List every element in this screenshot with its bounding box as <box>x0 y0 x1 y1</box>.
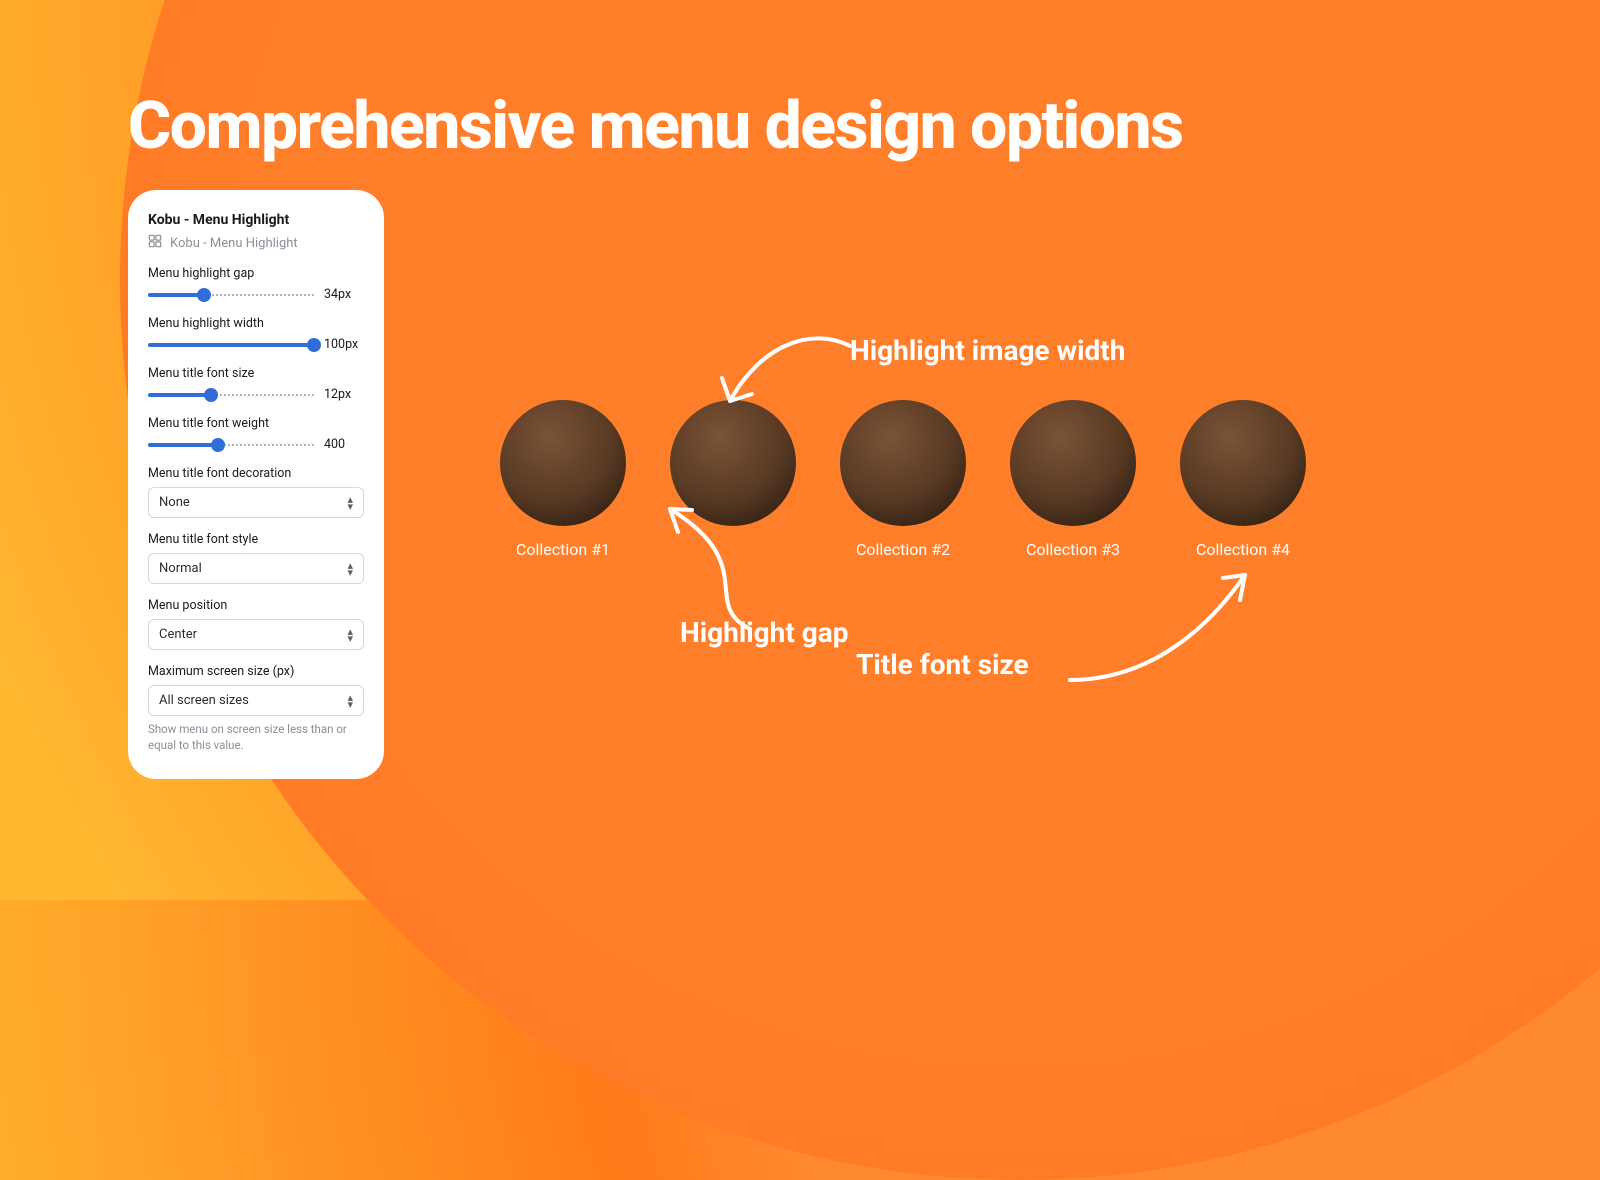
arrow-icon <box>640 494 790 634</box>
select-value: Normal <box>159 561 202 576</box>
select-setting: Menu position Center ▴▾ <box>148 598 364 650</box>
font-size-slider[interactable] <box>148 388 314 402</box>
collection-item[interactable]: Collection #4 <box>1180 400 1306 559</box>
select-helper: Show menu on screen size less than or eq… <box>148 722 364 753</box>
page-title: Comprehensive menu design options <box>128 88 1183 165</box>
slider-label: Menu highlight gap <box>148 266 364 281</box>
collection-item[interactable]: Collection #3 <box>1010 400 1136 559</box>
updown-icon: ▴▾ <box>347 562 353 576</box>
panel-subtitle: Kobu - Menu Highlight <box>170 236 298 251</box>
select-label: Menu title font decoration <box>148 466 364 481</box>
slider-label: Menu title font weight <box>148 416 364 431</box>
collection-label: Collection #4 <box>1196 540 1290 559</box>
slider-value: 34px <box>324 287 364 302</box>
slider-setting: Menu highlight gap 34px <box>148 266 364 302</box>
panel-subtitle-row: Kobu - Menu Highlight <box>148 234 364 252</box>
arrow-icon <box>700 316 860 426</box>
collection-circle <box>1010 400 1136 526</box>
menu-width-slider[interactable] <box>148 338 314 352</box>
slider-label: Menu title font size <box>148 366 364 381</box>
settings-panel: Kobu - Menu Highlight Kobu - Menu Highli… <box>128 190 384 779</box>
menu-position-select[interactable]: Center ▴▾ <box>148 619 364 650</box>
slider-setting: Menu highlight width 100px <box>148 316 364 352</box>
slider-value: 12px <box>324 387 364 402</box>
font-weight-slider[interactable] <box>148 438 314 452</box>
menu-gap-slider[interactable] <box>148 288 314 302</box>
select-label: Menu position <box>148 598 364 613</box>
arrow-icon <box>1060 560 1260 690</box>
slider-setting: Menu title font size 12px <box>148 366 364 402</box>
block-icon <box>148 234 162 252</box>
callout-title-font-size: Title font size <box>856 648 1029 681</box>
select-value: Center <box>159 627 197 642</box>
collection-label: Collection #3 <box>1026 540 1120 559</box>
collection-row: Collection #1 Collection #2 Collection #… <box>500 400 1306 559</box>
select-setting: Maximum screen size (px) All screen size… <box>148 664 364 753</box>
collection-label: Collection #1 <box>516 540 610 559</box>
max-screen-select[interactable]: All screen sizes ▴▾ <box>148 685 364 716</box>
select-value: All screen sizes <box>159 693 249 708</box>
panel-title: Kobu - Menu Highlight <box>148 212 364 228</box>
slider-value: 100px <box>324 337 364 352</box>
collection-circle <box>500 400 626 526</box>
select-label: Maximum screen size (px) <box>148 664 364 679</box>
callout-highlight-width: Highlight image width <box>850 334 1125 367</box>
updown-icon: ▴▾ <box>347 628 353 642</box>
collection-label: Collection #2 <box>856 540 950 559</box>
select-setting: Menu title font style Normal ▴▾ <box>148 532 364 584</box>
updown-icon: ▴▾ <box>347 694 353 708</box>
select-label: Menu title font style <box>148 532 364 547</box>
font-style-select[interactable]: Normal ▴▾ <box>148 553 364 584</box>
slider-value: 400 <box>324 437 364 452</box>
slider-setting: Menu title font weight 400 <box>148 416 364 452</box>
select-value: None <box>159 495 190 510</box>
collection-circle <box>1180 400 1306 526</box>
collection-item[interactable]: Collection #1 <box>500 400 626 559</box>
updown-icon: ▴▾ <box>347 496 353 510</box>
select-setting: Menu title font decoration None ▴▾ <box>148 466 364 518</box>
font-decoration-select[interactable]: None ▴▾ <box>148 487 364 518</box>
slider-label: Menu highlight width <box>148 316 364 331</box>
